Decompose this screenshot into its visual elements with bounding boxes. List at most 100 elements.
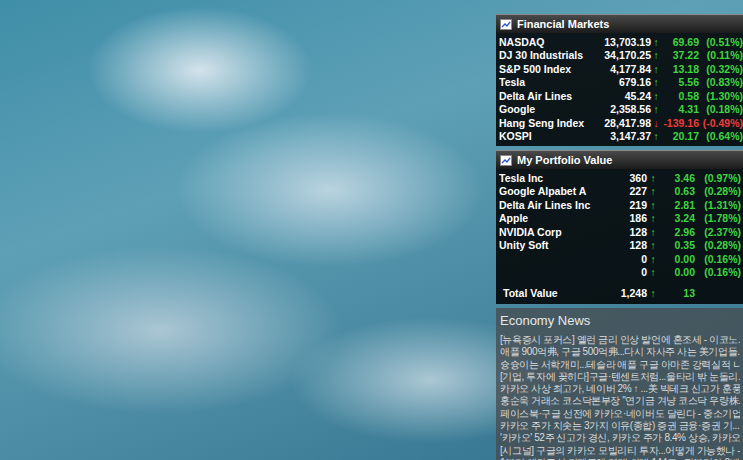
total-value: 1,248	[617, 287, 647, 299]
market-value: 2,358.56	[595, 103, 651, 115]
chart-icon	[500, 155, 512, 166]
market-percent: (0.18%)	[699, 103, 743, 115]
portfolio-row: Apple186↑3.24(1.78%)	[499, 212, 742, 226]
portfolio-row: Unity Soft128↑0.35(0.28%)	[499, 239, 742, 253]
market-percent: (1.30%)	[699, 90, 743, 102]
stock-value: 0	[617, 253, 647, 265]
news-item[interactable]: [시그널] 구글의 카카오 모빌리티 투자...어떻게 가능했나 -...	[500, 445, 740, 457]
market-name: S&P 500 Index	[499, 63, 595, 75]
news-item[interactable]: 1분기 해외주식 결제금액 역대 최대 144조...전분기의 2배...	[500, 457, 740, 460]
market-change: 0.58	[661, 90, 699, 102]
stock-value: 360	[617, 172, 647, 184]
trend-icon: ↑	[647, 212, 659, 224]
market-row: KOSPI3,147.37↑20.17(0.64%)	[499, 130, 742, 144]
market-percent: (0.32%)	[699, 63, 743, 75]
news-item[interactable]: 카카오 사상 최고가, 네이버 2% ↑ ...美 빅테크 신고가 훈풍...	[500, 383, 740, 395]
portfolio-row: Google Alpabet A227↑0.63(0.28%)	[499, 185, 742, 199]
market-change: 37.22	[661, 49, 699, 61]
total-change: 13	[659, 287, 695, 299]
trend-icon: ↑	[647, 287, 659, 299]
widget-column: Financial MarketsNASDAQ13,703.19↑69.69(0…	[496, 14, 743, 460]
market-name: Delta Air Lines	[499, 90, 595, 102]
stock-change: 3.46	[659, 172, 695, 184]
markets-title: Financial Markets	[517, 18, 609, 30]
market-value: 45.24	[595, 90, 651, 102]
trend-icon: ↑	[647, 226, 659, 238]
chart-icon	[500, 19, 512, 30]
stock-value: 227	[617, 185, 647, 197]
markets-table: NASDAQ13,703.19↑69.69(0.51%)DJ 30 Indust…	[496, 33, 743, 146]
market-change: -139.16	[661, 117, 699, 129]
trend-icon: ↑	[647, 239, 659, 251]
market-value: 13,703.19	[595, 36, 651, 48]
news-item[interactable]: [기업, 투자에 꽂히다]구글·텐센트처럼...울타리 밖 눈돌리...	[500, 371, 740, 383]
stock-value: 128	[617, 226, 647, 238]
market-percent: (0.64%)	[699, 130, 743, 142]
trend-icon: ↓	[651, 117, 661, 129]
market-change: 5.56	[661, 76, 699, 88]
portfolio-widget: My Portfolio ValueTesla Inc360↑3.46(0.97…	[496, 150, 743, 304]
portfolio-row: NVIDIA Corp128↑2.96(2.37%)	[499, 225, 742, 239]
market-row: NASDAQ13,703.19↑69.69(0.51%)	[499, 35, 742, 49]
trend-icon: ↑	[651, 76, 661, 88]
market-name: Hang Seng Index	[499, 117, 595, 129]
market-row: Hang Seng Index28,417.98↓-139.16(-0.49%)	[499, 116, 742, 130]
market-row: Tesla679.16↑5.56(0.83%)	[499, 76, 742, 90]
market-percent: (0.11%)	[699, 49, 743, 61]
market-name: NASDAQ	[499, 36, 595, 48]
stock-percent: (0.28%)	[695, 239, 741, 251]
portfolio-row: Delta Air Lines Inc219↑2.81(1.31%)	[499, 198, 742, 212]
news-item[interactable]: '카카오' 52주 신고가 경신, 카카오 주가 8.4% 상승, 카카오...	[500, 432, 740, 444]
stock-percent: (0.16%)	[695, 266, 741, 278]
news-item[interactable]: [뉴욕증시 포커스] 옐런 금리 인상 발언에 혼조세 - 이코노...	[500, 334, 740, 346]
market-change: 4.31	[661, 103, 699, 115]
portfolio-header: My Portfolio Value	[496, 151, 743, 169]
trend-icon: ↑	[651, 49, 661, 61]
market-value: 4,177.84	[595, 63, 651, 75]
trend-icon: ↑	[651, 90, 661, 102]
stock-value: 186	[617, 212, 647, 224]
markets-widget: Financial MarketsNASDAQ13,703.19↑69.69(0…	[496, 14, 743, 146]
stock-change: 2.81	[659, 199, 695, 211]
market-row: Delta Air Lines45.24↑0.58(1.30%)	[499, 89, 742, 103]
trend-icon: ↑	[651, 36, 661, 48]
stock-percent: (0.28%)	[695, 185, 741, 197]
market-percent: (0.51%)	[699, 36, 743, 48]
stock-value: 219	[617, 199, 647, 211]
total-row: Total Value1,248↑13	[499, 285, 742, 301]
total-label: Total Value	[499, 287, 617, 299]
stock-value: 128	[617, 239, 647, 251]
market-row: Google2,358.56↑4.31(0.18%)	[499, 103, 742, 117]
stock-name: Delta Air Lines Inc	[499, 199, 617, 211]
market-value: 28,417.98	[595, 117, 651, 129]
trend-icon: ↑	[647, 185, 659, 197]
news-item[interactable]: 애플 900억弗, 구글 500억弗...다시 자사주 사는 美기업들...	[500, 346, 740, 358]
stock-name: Google Alpabet A	[499, 185, 617, 197]
market-row: DJ 30 Industrials34,170.25↑37.22(0.11%)	[499, 49, 742, 63]
news-item[interactable]: 홍순욱 거래소 코스닥본부장 "연기금 겨냥 코스닥 우량株...	[500, 395, 740, 407]
portfolio-table: Tesla Inc360↑3.46(0.97%)Google Alpabet A…	[496, 169, 743, 304]
trend-icon: ↑	[647, 253, 659, 265]
market-percent: (-0.49%)	[699, 117, 743, 129]
news-item[interactable]: 슝슝이는 서학개미...테슬라 애플 구글 아마존 강력실적 나...	[500, 359, 740, 371]
news-item[interactable]: 페이스북·구글 선전에 카카오·네이버도 달린다 - 중소기업...	[500, 408, 740, 420]
stock-percent: (2.37%)	[695, 226, 741, 238]
market-row: S&P 500 Index4,177.84↑13.18(0.32%)	[499, 62, 742, 76]
market-change: 13.18	[661, 63, 699, 75]
market-percent: (0.83%)	[699, 76, 743, 88]
stock-change: 0.63	[659, 185, 695, 197]
news-item[interactable]: 카카오 주가 치솟는 3가지 이유(종합) 증권 금융·증권 기...	[500, 420, 740, 432]
stock-name: Tesla Inc	[499, 172, 617, 184]
trend-icon: ↑	[647, 172, 659, 184]
market-change: 69.69	[661, 36, 699, 48]
market-name: DJ 30 Industrials	[499, 49, 595, 61]
portfolio-row: 0↑0.00(0.16%)	[499, 266, 742, 280]
market-name: KOSPI	[499, 130, 595, 142]
market-name: Tesla	[499, 76, 595, 88]
trend-icon: ↑	[651, 130, 661, 142]
trend-icon: ↑	[651, 103, 661, 115]
desktop: Financial MarketsNASDAQ13,703.19↑69.69(0…	[0, 0, 743, 460]
stock-name: NVIDIA Corp	[499, 226, 617, 238]
stock-change: 3.24	[659, 212, 695, 224]
stock-change: 2.96	[659, 226, 695, 238]
